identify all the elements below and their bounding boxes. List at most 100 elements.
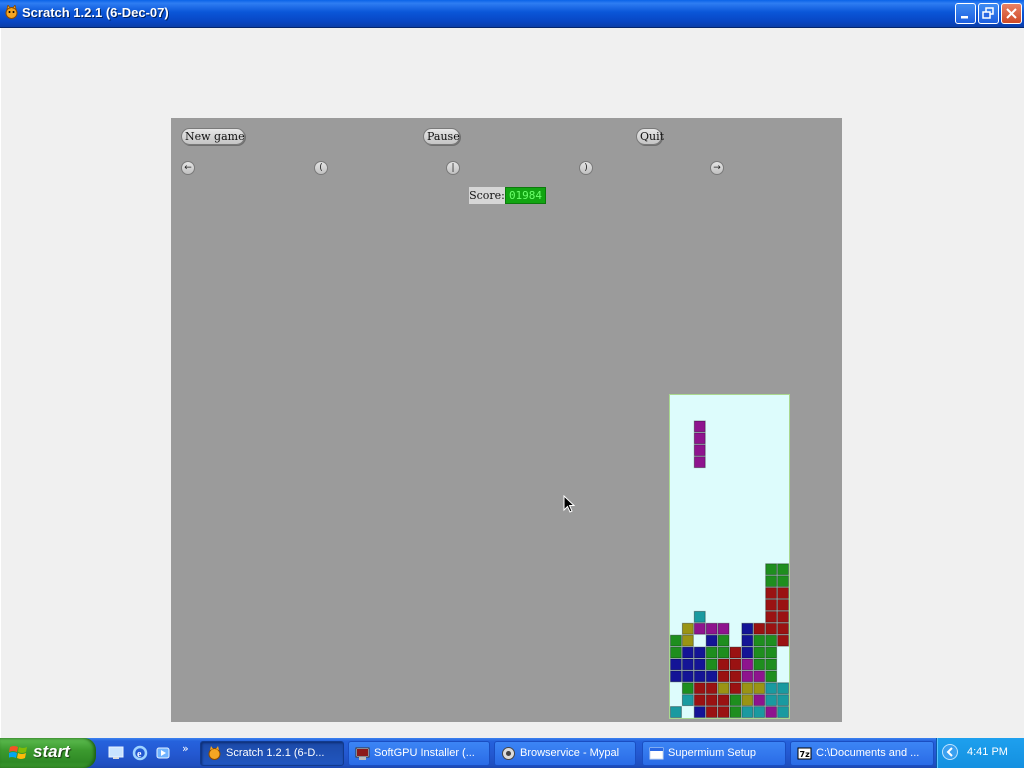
- board-block: [753, 646, 766, 659]
- board-block: [693, 646, 706, 659]
- start-label: start: [33, 742, 70, 761]
- board-block: [705, 670, 718, 683]
- new-game-button[interactable]: New game: [181, 128, 245, 145]
- board-block: [765, 563, 778, 576]
- media-icon[interactable]: [155, 745, 171, 761]
- board-block: [681, 658, 694, 671]
- board-block: [717, 658, 730, 671]
- task-browservice-mypal[interactable]: Browservice - Mypal: [494, 741, 636, 766]
- board-block: [705, 622, 718, 635]
- task-documents-folder[interactable]: 7z C:\Documents and ...: [790, 741, 934, 766]
- board-block: [681, 634, 694, 647]
- move-right-button[interactable]: →: [710, 161, 724, 175]
- board-block: [741, 670, 754, 683]
- task-softgpu-installer[interactable]: SoftGPU Installer (...: [348, 741, 490, 766]
- board-block: [753, 658, 766, 671]
- svg-text:e: e: [137, 749, 142, 760]
- rotate-right-button[interactable]: ): [579, 161, 593, 175]
- board-block: [741, 658, 754, 671]
- board-block: [777, 575, 789, 588]
- board-block: [693, 610, 706, 623]
- show-hidden-icons-button[interactable]: [942, 744, 958, 760]
- board-block: [765, 670, 778, 683]
- board-block: [777, 563, 789, 576]
- board-block: [741, 634, 754, 647]
- rotate-left-button[interactable]: (: [314, 161, 328, 175]
- board-block: [765, 575, 778, 588]
- board-block: [777, 610, 789, 623]
- board-block: [765, 622, 778, 635]
- board-block: [717, 682, 730, 695]
- board-block: [753, 706, 766, 718]
- board-block: [670, 706, 682, 718]
- clock: 4:41 PM: [967, 746, 1008, 758]
- board-block: [765, 646, 778, 659]
- board-block: [729, 682, 742, 695]
- board-block: [777, 587, 789, 600]
- board-block: [717, 694, 730, 707]
- board-block: [765, 658, 778, 671]
- board-block: [729, 706, 742, 718]
- board-block: [693, 694, 706, 707]
- board-block: [693, 670, 706, 683]
- board-block: [670, 658, 682, 671]
- task-label: C:\Documents and ...: [816, 747, 920, 759]
- board-block: [681, 694, 694, 707]
- system-tray: 4:41 PM: [936, 738, 1024, 768]
- board-block: [693, 622, 706, 635]
- board-block: [670, 646, 682, 659]
- board-block: [765, 634, 778, 647]
- board-block: [777, 682, 789, 695]
- falling-piece-block: [693, 456, 706, 469]
- scratch-cat-icon: [208, 746, 221, 760]
- board-block: [717, 622, 730, 635]
- board-block: [777, 694, 789, 707]
- restore-button[interactable]: [978, 3, 999, 24]
- board-block: [729, 670, 742, 683]
- board-block: [705, 706, 718, 718]
- falling-piece-block: [693, 444, 706, 457]
- score-label: Score:: [469, 187, 505, 204]
- board-block: [670, 670, 682, 683]
- board-block: [765, 599, 778, 611]
- board-block: [765, 610, 778, 623]
- chevron-left-icon: [946, 747, 953, 757]
- minimize-button[interactable]: [955, 3, 976, 24]
- installer-icon: [355, 747, 370, 760]
- start-button[interactable]: start: [0, 738, 96, 768]
- board-block: [705, 682, 718, 695]
- task-scratch[interactable]: Scratch 1.2.1 (6-D...: [200, 741, 344, 766]
- board-block: [729, 694, 742, 707]
- restore-icon: [982, 7, 994, 19]
- task-label: Browservice - Mypal: [520, 747, 620, 759]
- quick-launch-chevron[interactable]: »: [182, 742, 189, 755]
- board-block: [741, 646, 754, 659]
- move-left-button[interactable]: ←: [181, 161, 195, 175]
- task-supermium-setup[interactable]: Supermium Setup: [642, 741, 786, 766]
- board-block: [729, 646, 742, 659]
- board-block: [681, 682, 694, 695]
- board-block: [753, 670, 766, 683]
- drop-button[interactable]: |: [446, 161, 460, 175]
- window-title-bar[interactable]: Scratch 1.2.1 (6-Dec-07): [0, 0, 1024, 28]
- task-label: Supermium Setup: [668, 747, 757, 759]
- mouse-cursor-icon: [563, 495, 575, 513]
- board-block: [777, 599, 789, 611]
- board-block: [681, 646, 694, 659]
- pause-button[interactable]: Pause: [423, 128, 460, 145]
- board-block: [741, 694, 754, 707]
- ie-icon[interactable]: e: [132, 745, 148, 761]
- task-label: Scratch 1.2.1 (6-D...: [226, 747, 325, 759]
- board-block: [753, 682, 766, 695]
- close-icon: [1006, 8, 1017, 19]
- board-block: [717, 634, 730, 647]
- task-label: SoftGPU Installer (...: [374, 747, 475, 759]
- board-block: [717, 646, 730, 659]
- 7zip-icon: 7z: [797, 747, 812, 760]
- board-block: [753, 694, 766, 707]
- quit-button[interactable]: Quit: [636, 128, 664, 145]
- close-button[interactable]: [1001, 3, 1022, 24]
- board-block: [777, 634, 789, 647]
- board-block: [765, 694, 778, 707]
- desktop-icon[interactable]: [108, 745, 124, 761]
